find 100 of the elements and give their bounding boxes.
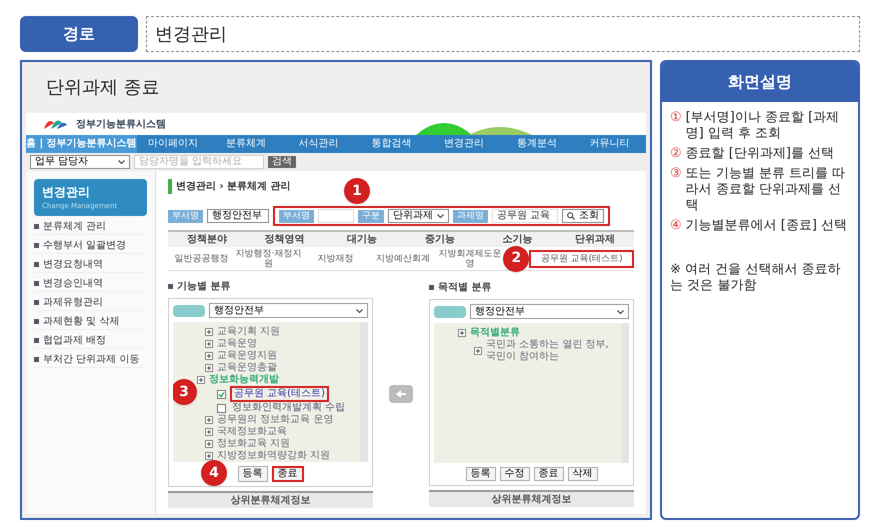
action-button[interactable]: 등록 — [466, 467, 496, 481]
tree-item[interactable]: 공무원의 정보화교육 운영 — [217, 414, 334, 426]
bullet-icon — [34, 357, 39, 362]
bullet-icon — [34, 224, 39, 229]
caret-icon — [356, 308, 363, 312]
action-button[interactable]: 삭제 — [568, 467, 598, 481]
search-field[interactable]: 담당자명을 입력하세요 — [134, 155, 264, 169]
bullet-icon — [34, 243, 39, 248]
tree-item[interactable]: 정보화교육 지원 — [217, 438, 290, 450]
search-button[interactable]: 조회 — [562, 209, 604, 223]
dropdown[interactable]: 단위과제 — [388, 209, 449, 223]
nav-tab[interactable]: 서식관리 — [282, 135, 355, 153]
action-button[interactable]: 종료 — [272, 466, 304, 482]
section-title: 기능별 분류 — [177, 280, 230, 294]
search-icon — [567, 212, 575, 220]
checkbox[interactable] — [217, 390, 226, 398]
step-marker: ② — [670, 146, 682, 162]
nav-tab[interactable]: 마이페이지 — [136, 135, 210, 153]
bullet-icon — [34, 300, 39, 305]
field-label: 부서명 — [168, 210, 203, 222]
bullet-icon — [429, 285, 434, 290]
system-name: 정부기능분류시스템 — [76, 118, 166, 132]
caret-icon — [437, 214, 444, 218]
step-text: 또는 기능별 분류 트리를 따라서 종료할 단위과제를 선택 — [686, 166, 846, 214]
caret-icon — [617, 310, 624, 314]
bullet-icon — [34, 319, 39, 324]
search-button[interactable]: 검색 — [268, 156, 296, 168]
action-button[interactable]: 등록 — [238, 466, 268, 482]
checkbox[interactable] — [217, 404, 226, 412]
section-title: 목적별 분류 — [438, 281, 492, 295]
sidebar-item[interactable]: 변경요청내역 — [43, 258, 103, 272]
plus-square-icon — [458, 329, 466, 337]
nav-tab[interactable]: 통계분석 — [500, 135, 574, 153]
step-marker: ① — [670, 110, 682, 127]
step-number-badge: 2 — [503, 246, 530, 272]
nav-tab[interactable]: 커뮤니티 — [573, 135, 646, 153]
arrow-left-icon — [396, 390, 406, 398]
table-cell-text: 지방재정 — [316, 254, 355, 264]
tree-item[interactable]: 교육기획 지원 — [217, 326, 280, 338]
step-marker: ④ — [670, 218, 682, 234]
bullet-icon — [34, 338, 39, 343]
field-label: 과제명 — [453, 210, 488, 222]
action-button[interactable]: 종료 — [534, 467, 564, 481]
action-button[interactable]: 수정 — [500, 467, 530, 481]
input-field[interactable] — [318, 209, 354, 223]
footer-bar: 상위분류체계정보 — [429, 490, 634, 507]
bullet-icon — [168, 284, 173, 289]
plus-square-icon — [205, 452, 213, 460]
bullet-icon — [34, 262, 39, 267]
sidebar-item[interactable]: 과제유형관리 — [43, 296, 103, 310]
tree-item[interactable]: 교육운영 — [217, 338, 257, 350]
step-number-badge: 1 — [344, 178, 370, 204]
step-text: 종료할 [단위과제]를 선택 — [686, 146, 834, 162]
column-header: 정책분야 — [186, 233, 228, 247]
tree-item[interactable]: 국제정보화교육 — [217, 426, 287, 438]
dropdown[interactable]: 행정안전부 — [470, 304, 629, 319]
nav-tab[interactable]: 통합검색 — [354, 135, 428, 153]
plus-square-icon — [205, 352, 213, 360]
plus-square-icon — [474, 347, 482, 355]
table-cell[interactable]: 공무원 교육(테스트) — [529, 250, 634, 268]
sidebar-title: 변경관리 — [42, 184, 91, 201]
field-label: 부서명 — [279, 210, 314, 222]
plus-square-icon — [205, 328, 213, 336]
sidebar-item[interactable]: 부처간 단위과제 이동 — [43, 352, 140, 366]
dropdown[interactable]: 행정안전부 — [209, 303, 368, 318]
sidebar-item[interactable]: 과제현황 및 삭제 — [43, 314, 120, 328]
plus-square-icon — [205, 364, 213, 372]
sidebar-item[interactable]: 수행부서 일괄변경 — [43, 238, 126, 252]
dropdown[interactable]: 업무 담당자 — [30, 155, 130, 169]
column-header: 소기능 — [502, 233, 534, 247]
page-title: 단위과제 종료 — [45, 76, 161, 100]
nav-tab[interactable]: 분류체계 — [209, 135, 282, 153]
column-header: 대기능 — [346, 233, 378, 247]
sidebar-item[interactable]: 분류체계 관리 — [43, 220, 106, 234]
table-cell-text: 지방회계제도운영 — [437, 248, 502, 268]
plus-square-icon — [205, 440, 213, 448]
tree-item[interactable]: 교육운영총괄 — [217, 362, 277, 374]
step-number-badge: 3 — [173, 379, 197, 405]
nav-tab[interactable]: 변경관리 — [428, 135, 500, 153]
caret-icon — [118, 160, 125, 164]
sidebar-item[interactable]: 협업과제 배정 — [43, 334, 106, 348]
input-field[interactable]: 공무원 교육 — [492, 209, 558, 223]
plus-square-icon — [197, 376, 205, 384]
field-label: 구분 — [358, 210, 384, 222]
dropdown[interactable]: 행정안전부 — [207, 209, 269, 223]
tree-item[interactable]: 공무원 교육(테스트) — [230, 386, 329, 402]
description-title: 화면설명 — [662, 62, 858, 102]
path-field: 변경관리 — [146, 16, 860, 52]
column-header: 단위과제 — [574, 233, 616, 247]
plus-square-icon — [205, 416, 213, 424]
footer-bar: 상위분류체계정보 — [168, 491, 373, 508]
tree-item[interactable]: 국민과 소통하는 열린 정부, 국민이 참여하는 — [486, 339, 617, 363]
tree-item[interactable]: 지방정보화역량강화 지원 — [217, 450, 330, 462]
step-marker: ③ — [670, 166, 682, 183]
sidebar-item[interactable]: 변경승인내역 — [43, 276, 103, 290]
column-header: 정책영역 — [264, 233, 306, 247]
tree-item[interactable]: 교육운영지원 — [217, 350, 277, 362]
tree-item[interactable]: 정보화인력개발계획 수립 — [230, 402, 348, 414]
path-label: 경로 — [20, 16, 138, 52]
table-cell-text: 지방예산회계 — [374, 254, 431, 264]
